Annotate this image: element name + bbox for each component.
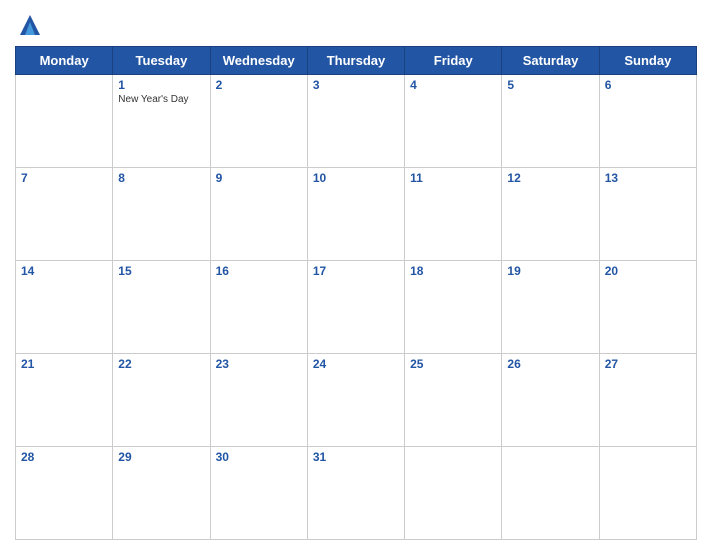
calendar-day-cell: 29	[113, 447, 210, 540]
day-number: 19	[507, 264, 593, 278]
day-number: 30	[216, 450, 302, 464]
day-number: 9	[216, 171, 302, 185]
day-number: 20	[605, 264, 691, 278]
day-number: 26	[507, 357, 593, 371]
day-number: 28	[21, 450, 107, 464]
calendar-day-cell: 30	[210, 447, 307, 540]
calendar-header-row: MondayTuesdayWednesdayThursdayFridaySatu…	[16, 47, 697, 75]
day-number: 12	[507, 171, 593, 185]
calendar-day-cell: 16	[210, 261, 307, 354]
calendar-week-row: 789 10 11 12 13	[16, 168, 697, 261]
day-number: 21	[21, 357, 107, 371]
logo	[15, 10, 49, 40]
calendar-day-cell	[16, 75, 113, 168]
holiday-label: New Year's Day	[118, 94, 204, 105]
calendar-day-cell: 23	[210, 354, 307, 447]
day-number: 6	[605, 78, 691, 92]
day-number: 22	[118, 357, 204, 371]
calendar-day-cell: 13	[599, 168, 696, 261]
calendar-header	[15, 10, 697, 40]
day-of-week-header: Monday	[16, 47, 113, 75]
day-number: 29	[118, 450, 204, 464]
calendar-day-cell: 12	[502, 168, 599, 261]
calendar-week-row: 21 22 23 24 25 26 27	[16, 354, 697, 447]
calendar-day-cell: 25	[405, 354, 502, 447]
day-number: 14	[21, 264, 107, 278]
day-number: 25	[410, 357, 496, 371]
calendar-day-cell: 26	[502, 354, 599, 447]
calendar-table: MondayTuesdayWednesdayThursdayFridaySatu…	[15, 46, 697, 540]
calendar-day-cell: 20	[599, 261, 696, 354]
day-number: 23	[216, 357, 302, 371]
days-of-week-row: MondayTuesdayWednesdayThursdayFridaySatu…	[16, 47, 697, 75]
calendar-day-cell: 2	[210, 75, 307, 168]
calendar-day-cell: 3	[307, 75, 404, 168]
day-number: 4	[410, 78, 496, 92]
day-number: 24	[313, 357, 399, 371]
calendar-day-cell: 11	[405, 168, 502, 261]
day-number: 8	[118, 171, 204, 185]
day-number: 11	[410, 171, 496, 185]
calendar-day-cell: 8	[113, 168, 210, 261]
calendar-day-cell: 15	[113, 261, 210, 354]
calendar-day-cell: 22	[113, 354, 210, 447]
calendar-day-cell: 27	[599, 354, 696, 447]
day-number: 5	[507, 78, 593, 92]
calendar-week-row: 28 29 30 31	[16, 447, 697, 540]
calendar-day-cell: 1 New Year's Day	[113, 75, 210, 168]
day-number: 2	[216, 78, 302, 92]
day-number: 27	[605, 357, 691, 371]
calendar-day-cell: 5	[502, 75, 599, 168]
calendar-day-cell	[599, 447, 696, 540]
day-of-week-header: Wednesday	[210, 47, 307, 75]
day-number: 13	[605, 171, 691, 185]
calendar-day-cell: 7	[16, 168, 113, 261]
day-number: 18	[410, 264, 496, 278]
calendar-day-cell	[502, 447, 599, 540]
day-number: 3	[313, 78, 399, 92]
calendar-day-cell: 14	[16, 261, 113, 354]
logo-icon	[15, 10, 45, 40]
day-number: 1	[118, 78, 204, 92]
calendar-day-cell: 10	[307, 168, 404, 261]
calendar-day-cell: 28	[16, 447, 113, 540]
day-number: 17	[313, 264, 399, 278]
day-number: 31	[313, 450, 399, 464]
day-of-week-header: Saturday	[502, 47, 599, 75]
calendar-day-cell	[405, 447, 502, 540]
day-number: 7	[21, 171, 107, 185]
calendar-day-cell: 21	[16, 354, 113, 447]
calendar-day-cell: 6	[599, 75, 696, 168]
calendar-week-row: 1 New Year's Day 23456	[16, 75, 697, 168]
calendar-body: 1New Year's Day2345678910111213141516171…	[16, 75, 697, 540]
calendar-day-cell: 24	[307, 354, 404, 447]
day-number: 10	[313, 171, 399, 185]
calendar-day-cell: 31	[307, 447, 404, 540]
calendar-day-cell: 19	[502, 261, 599, 354]
day-number: 15	[118, 264, 204, 278]
day-number: 16	[216, 264, 302, 278]
day-of-week-header: Friday	[405, 47, 502, 75]
calendar-day-cell: 4	[405, 75, 502, 168]
calendar-week-row: 14 15 16 17 18 19 20	[16, 261, 697, 354]
day-of-week-header: Thursday	[307, 47, 404, 75]
day-of-week-header: Sunday	[599, 47, 696, 75]
calendar-day-cell: 18	[405, 261, 502, 354]
calendar-day-cell: 9	[210, 168, 307, 261]
calendar-day-cell: 17	[307, 261, 404, 354]
day-of-week-header: Tuesday	[113, 47, 210, 75]
